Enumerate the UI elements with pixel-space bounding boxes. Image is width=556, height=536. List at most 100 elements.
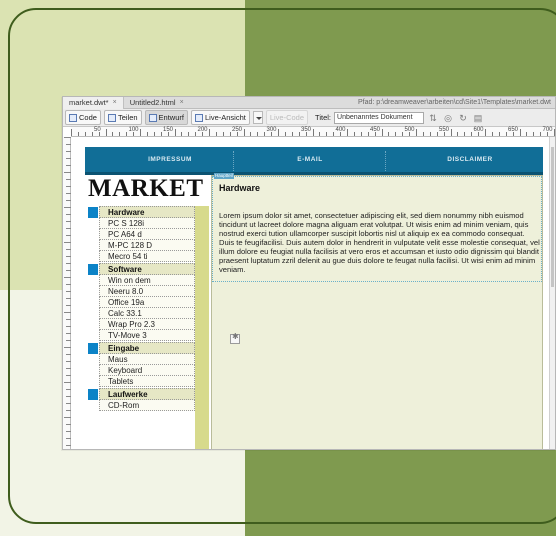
file-management-icon[interactable]: ⇅ [427, 112, 439, 124]
scroll-thumb[interactable] [551, 147, 554, 287]
live-view-dropdown[interactable] [252, 111, 263, 124]
sidebar-heading[interactable]: Software [88, 263, 195, 275]
sidebar-heading-label: Eingabe [108, 343, 140, 353]
ruler-tick [464, 132, 466, 136]
ruler-tick [64, 207, 71, 208]
ruler-tick [84, 132, 86, 136]
sidebar-heading-label: Laufwerke [108, 389, 148, 399]
region-tag[interactable]: Hauptteil [214, 173, 234, 179]
main-content[interactable]: Hauptteil Hardware Lorem ipsum dolor sit… [211, 173, 543, 449]
ruler-tick [333, 132, 335, 136]
close-icon[interactable]: × [113, 99, 117, 106]
design-canvas[interactable]: IMPRESSUM E-MAIL DISCLAIMER MARKET Hardw… [71, 137, 551, 449]
ruler-tick [112, 132, 114, 136]
sidebar-item[interactable]: Tablets [99, 376, 195, 387]
ruler-tick [505, 132, 507, 136]
sidebar-item[interactable]: Calc 33.1 [99, 308, 195, 319]
ruler-tick [64, 417, 71, 418]
live-view-label: Live-Ansicht [204, 113, 246, 122]
live-view-button[interactable]: Live-Ansicht [190, 110, 250, 125]
sidebar-item[interactable]: TV-Move 3 [99, 330, 195, 341]
ruler-tick [409, 132, 411, 136]
ruler-tick [250, 132, 252, 136]
tab-untitled2[interactable]: Untitled2.html × [124, 97, 190, 109]
sidebar-item[interactable]: Wrap Pro 2.3 [99, 319, 195, 330]
tab-market[interactable]: market.dwt* × [63, 97, 124, 109]
ruler-tick [298, 132, 300, 136]
ruler-tick [64, 312, 71, 313]
ruler-tick [91, 132, 93, 136]
sidebar-group-laufwerke: Laufwerke CD-Rom [88, 388, 195, 411]
sidebar-nav: Hardware PC S 128i PC A64 d M-PC 128 D M… [88, 206, 195, 412]
ruler-tick [71, 129, 72, 136]
ruler-tick [340, 132, 342, 136]
ruler-tick [436, 132, 438, 136]
editor-window: market.dwt* × Untitled2.html × Pfad: p:\… [62, 96, 556, 450]
ruler-tick [353, 132, 355, 136]
vertical-scrollbar[interactable] [549, 137, 555, 449]
sidebar-item[interactable]: Maus [99, 354, 195, 365]
sidebar-group-hardware: Hardware PC S 128i PC A64 d M-PC 128 D M… [88, 206, 195, 262]
sidebar-item[interactable]: Keyboard [99, 365, 195, 376]
code-label: Code [79, 113, 97, 122]
sidebar-item[interactable]: M-PC 128 D [99, 240, 195, 251]
ruler-tick [174, 129, 176, 136]
ruler-tick [195, 132, 197, 136]
ruler-tick [153, 132, 155, 136]
ruler-tick [526, 132, 528, 136]
ruler-tick [312, 129, 314, 136]
ruler-tick [146, 132, 148, 136]
split-icon [107, 113, 116, 122]
sidebar-item[interactable]: PC S 128i [99, 218, 195, 229]
ruler-tick [305, 132, 307, 136]
file-path: Pfad: p:\dreamweaver\arbeiten\cd\Site1\T… [358, 99, 551, 106]
code-view-button[interactable]: Code [65, 110, 101, 125]
preview-icon[interactable]: ◎ [442, 112, 454, 124]
content-heading: Hardware [219, 183, 261, 193]
sidebar-heading-label: Hardware [108, 207, 145, 217]
nav-divider [385, 151, 387, 171]
live-code-button[interactable]: Live-Code [265, 110, 309, 125]
editable-region[interactable]: Hauptteil Hardware Lorem ipsum dolor sit… [212, 173, 542, 282]
ruler-tick [360, 132, 362, 136]
sidebar-item[interactable]: Mecro 54 ti [99, 251, 195, 262]
design-view-button[interactable]: Entwurf [144, 110, 188, 125]
globe-icon [194, 113, 203, 122]
ruler-tick [64, 172, 71, 173]
sidebar-group-eingabe: Eingabe Maus Keyboard Tablets [88, 342, 195, 387]
design-icon [148, 113, 157, 122]
view-options-icon[interactable]: ▤ [472, 112, 484, 124]
sidebar-heading[interactable]: Hardware [88, 206, 195, 218]
ruler-tick [457, 132, 459, 136]
sidebar-heading[interactable]: Eingabe [88, 342, 195, 354]
ruler-tick [64, 347, 71, 348]
sidebar-item[interactable]: Win on dem [99, 275, 195, 286]
ruler-tick [291, 132, 293, 136]
sidebar-group-software: Software Win on dem Neeru 8.0 Office 19a… [88, 263, 195, 341]
sidebar-item[interactable]: CD-Rom [99, 400, 195, 411]
title-input[interactable] [334, 111, 425, 124]
sidebar-item[interactable]: PC A64 d [99, 229, 195, 240]
ruler-tick [498, 132, 500, 136]
bullet-square-icon [88, 264, 98, 275]
close-icon[interactable]: × [180, 99, 184, 106]
ruler-tick [402, 132, 404, 136]
split-view-button[interactable]: Teilen [103, 110, 142, 125]
ruler-tick [257, 132, 259, 136]
ruler-tick [533, 132, 535, 136]
nav-link-impressum[interactable]: IMPRESSUM [125, 156, 215, 163]
nav-link-disclaimer[interactable]: DISCLAIMER [405, 156, 535, 163]
tab-label: Untitled2.html [129, 98, 176, 107]
tab-label: market.dwt* [69, 98, 109, 107]
nav-link-email[interactable]: E-MAIL [255, 156, 365, 163]
ruler-tick [388, 132, 390, 136]
ruler-tick [77, 132, 79, 136]
anchor-icon[interactable] [230, 332, 240, 344]
refresh-icon[interactable]: ↻ [457, 112, 469, 124]
sidebar-item[interactable]: Office 19a [99, 297, 195, 308]
ruler-tick [64, 137, 71, 138]
sidebar-item[interactable]: Neeru 8.0 [99, 286, 195, 297]
ruler-tick [215, 132, 217, 136]
sidebar-heading[interactable]: Laufwerke [88, 388, 195, 400]
ruler-tick [64, 277, 71, 278]
